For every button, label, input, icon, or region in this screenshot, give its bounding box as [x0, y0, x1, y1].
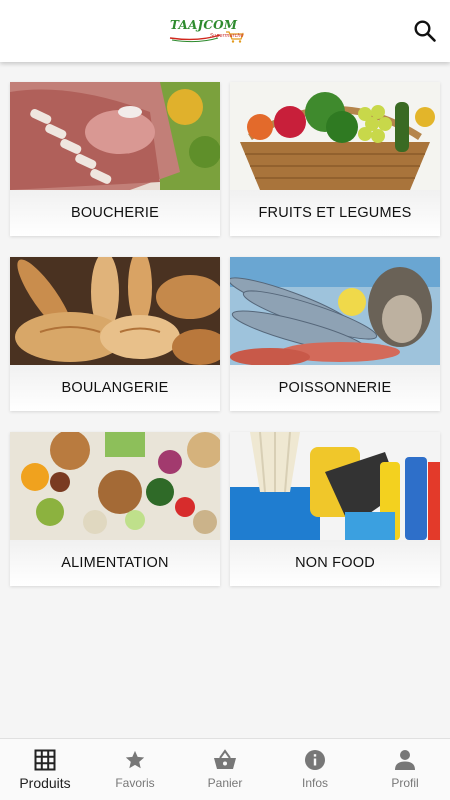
bread-photo: [10, 257, 220, 365]
basket-icon: [214, 749, 236, 769]
category-tile-boulangerie[interactable]: BOULANGERIE: [10, 257, 220, 411]
category-tile-fruits-et-legumes[interactable]: FRUITS ET LEGUMES: [230, 82, 440, 236]
app-header: TAAJCOM Supermarché: [0, 0, 450, 62]
meat-photo: [10, 82, 220, 190]
category-label: FRUITS ET LEGUMES: [258, 205, 412, 221]
search-icon: [414, 20, 436, 42]
category-label: BOUCHERIE: [70, 205, 159, 221]
nav-label: Panier: [207, 776, 243, 790]
category-tile-non-food[interactable]: NON FOOD: [230, 432, 440, 586]
nav-label: Profil: [391, 776, 419, 790]
category-label: BOULANGERIE: [61, 380, 169, 396]
nav-label: Favoris: [115, 776, 155, 790]
groceries-photo: [10, 432, 220, 540]
nav-item-profil[interactable]: Profil: [360, 739, 450, 800]
nav-item-infos[interactable]: Infos: [270, 739, 360, 800]
taajcom-logo[interactable]: TAAJCOM Supermarché: [168, 16, 248, 44]
category-tile-boucherie[interactable]: BOUCHERIE: [10, 82, 220, 236]
nav-item-panier[interactable]: Panier: [180, 739, 270, 800]
category-tile-alimentation[interactable]: ALIMENTATION: [10, 432, 220, 586]
bottom-navigation: Produits Favoris Panier Infos Profil: [0, 738, 450, 800]
info-icon: [305, 750, 325, 770]
logo-wordmark: TAAJCOM: [170, 18, 238, 32]
nav-label: Produits: [19, 775, 71, 791]
category-label: POISSONNERIE: [278, 380, 392, 396]
cleaning-supplies-photo: [230, 432, 440, 540]
nav-label: Infos: [301, 776, 328, 790]
logo-tagline: Supermarché: [210, 33, 244, 39]
fruit-basket-photo: [230, 82, 440, 190]
person-icon: [395, 750, 415, 770]
fish-photo: [230, 257, 440, 365]
grid-icon: [34, 749, 56, 771]
category-tile-poissonnerie[interactable]: POISSONNERIE: [230, 257, 440, 411]
nav-item-favoris[interactable]: Favoris: [90, 739, 180, 800]
nav-item-produits[interactable]: Produits: [0, 739, 90, 800]
star-icon: [125, 750, 145, 769]
category-label: NON FOOD: [295, 555, 375, 571]
search-button[interactable]: [410, 16, 440, 46]
category-label: ALIMENTATION: [61, 555, 169, 571]
